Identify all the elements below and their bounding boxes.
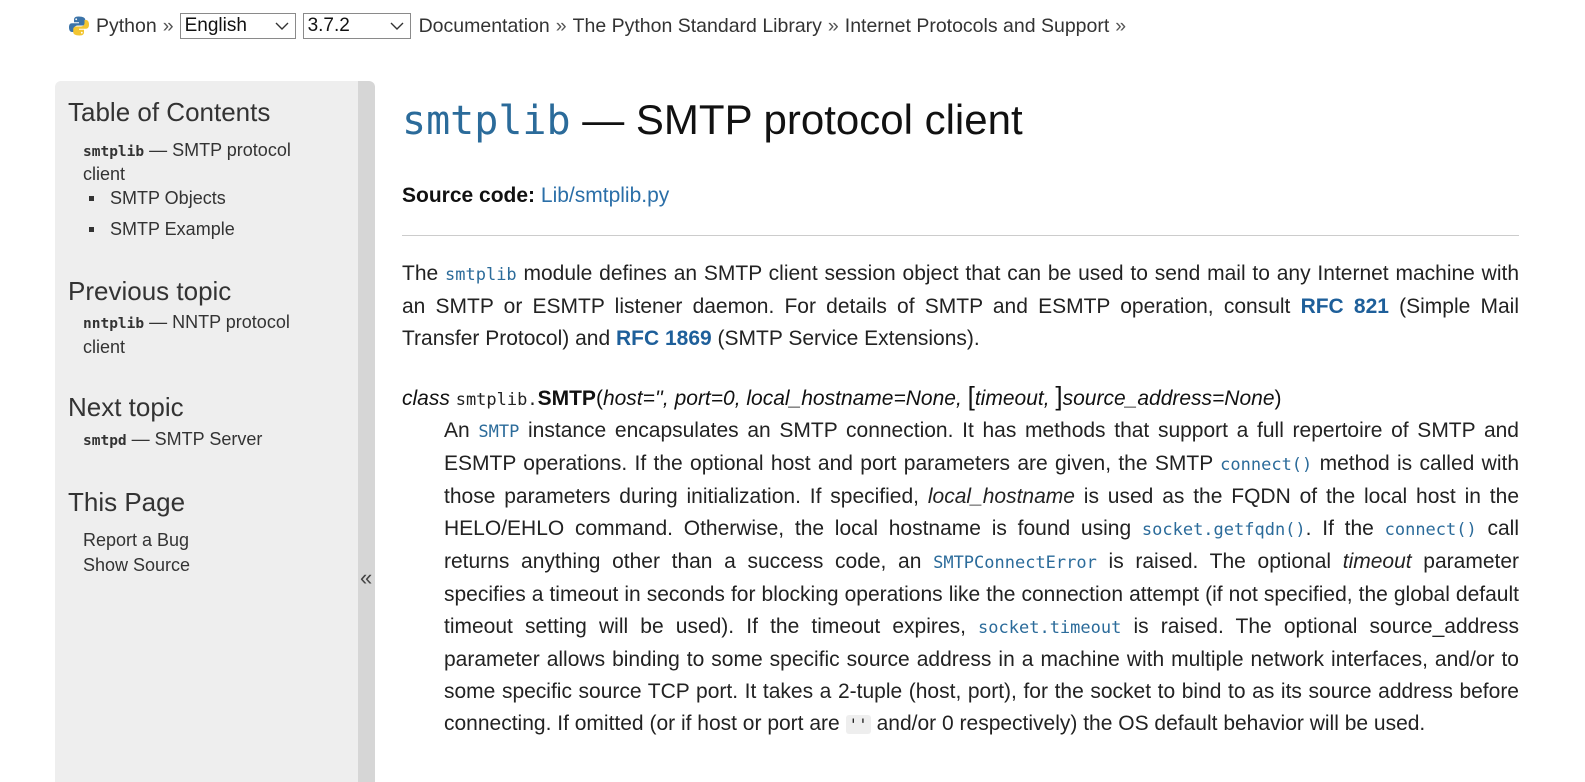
next-topic-link[interactable]: smtpd — SMTP Server [83, 427, 262, 453]
getfqdn-link[interactable]: socket.getfqdn() [1142, 520, 1306, 540]
connect-method-link-2[interactable]: connect() [1385, 520, 1477, 540]
next-topic-heading: Next topic [68, 392, 184, 422]
empty-string-literal: '' [845, 715, 871, 734]
breadcrumb-separator: » [555, 14, 567, 37]
python-logo-icon[interactable] [68, 15, 90, 37]
rfc-821-link[interactable]: RFC 821 [1301, 295, 1389, 318]
this-page-heading: This Page [68, 487, 186, 517]
page-title-code: smtplib [402, 98, 571, 144]
toc-heading: Table of Contents [68, 97, 271, 127]
collapse-chevron-icon: « [360, 565, 373, 590]
previous-topic-link-cont[interactable]: client [83, 335, 125, 359]
source-code-label: Source code: [402, 184, 536, 207]
breadcrumb-separator: » [162, 14, 174, 37]
breadcrumb-bar: Python » English 3.7.2 Documentation » T… [68, 10, 1132, 42]
breadcrumb-separator: » [1115, 14, 1127, 37]
source-code-line: Source code: Lib/smtplib.py [402, 184, 669, 208]
language-select-value: English [184, 15, 247, 36]
report-bug-link[interactable]: Report a Bug [83, 528, 189, 552]
rfc-1869-link[interactable]: RFC 1869 [616, 327, 712, 350]
bullet-icon [89, 227, 94, 232]
class-description: An SMTP instance encapsulates an SMTP co… [444, 419, 1519, 735]
previous-topic-heading: Previous topic [68, 276, 232, 306]
show-source-link[interactable]: Show Source [83, 553, 190, 577]
intro-paragraph: The smtplib module defines an SMTP clien… [402, 262, 1520, 350]
class-signature: class smtplib.SMTP(host='', port=0, loca… [402, 381, 1282, 411]
sidebar: Table of Contents smtplib — SMTP protoco… [55, 81, 358, 782]
connect-method-link[interactable]: connect() [1220, 455, 1312, 475]
toc-link-smtp-example[interactable]: SMTP Example [110, 219, 235, 240]
smtp-connect-error-link[interactable]: SMTPConnectError [933, 553, 1097, 573]
bullet-icon [89, 196, 94, 201]
toc-link-smtplib-cont[interactable]: client [83, 162, 125, 186]
smtplib-ref-link[interactable]: smtplib [445, 265, 517, 285]
language-select[interactable]: English [179, 13, 296, 39]
sidebar-collapse-button[interactable]: « [358, 81, 375, 782]
page-title: smtplib — SMTP protocol client [402, 96, 1023, 144]
source-code-link[interactable]: Lib/smtplib.py [541, 184, 669, 207]
socket-timeout-link[interactable]: socket.timeout [978, 618, 1121, 638]
version-select-value: 3.7.2 [307, 15, 350, 36]
breadcrumb-python[interactable]: Python [96, 15, 157, 38]
chevron-down-icon [275, 22, 289, 30]
page-title-text: — SMTP protocol client [570, 96, 1023, 143]
divider [402, 235, 1519, 236]
toc-link-smtplib[interactable]: smtplib — SMTP protocol [83, 138, 291, 164]
toc-link-smtp-objects[interactable]: SMTP Objects [110, 188, 226, 209]
version-select[interactable]: 3.7.2 [302, 13, 411, 39]
breadcrumb-documentation[interactable]: Documentation [419, 15, 550, 38]
previous-topic-link[interactable]: nntplib — NNTP protocol [83, 310, 290, 336]
chevron-down-icon [390, 22, 404, 30]
smtp-class-link[interactable]: SMTP [478, 422, 519, 442]
breadcrumb-standard-library[interactable]: The Python Standard Library [573, 15, 822, 38]
breadcrumb-separator: » [827, 14, 839, 37]
breadcrumb-internet-protocols[interactable]: Internet Protocols and Support [845, 15, 1110, 38]
